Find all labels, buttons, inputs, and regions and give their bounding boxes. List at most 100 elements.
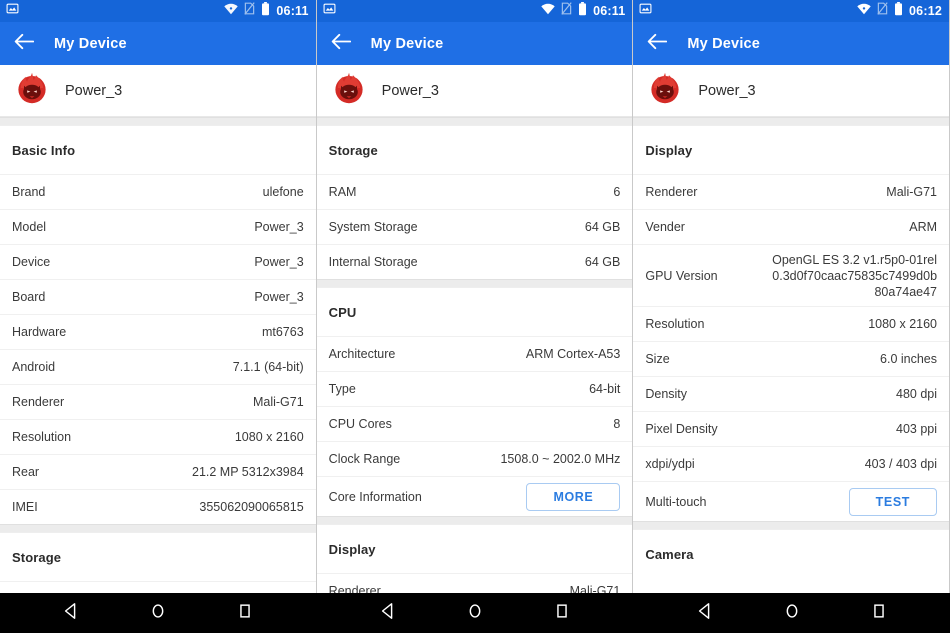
table-row[interactable]: Device Power_3 [0, 244, 316, 279]
section-title-storage: Storage [328, 143, 378, 158]
row-key: Resolution [645, 317, 705, 331]
row-key: Renderer [12, 395, 65, 409]
row-key: Resolution [12, 430, 72, 444]
row-key: IMEI [12, 500, 38, 514]
row-value: Power_3 [254, 290, 304, 304]
sim-off-icon [561, 2, 572, 20]
app-bar: My Device [633, 22, 950, 65]
device-header[interactable]: Power_3 [0, 65, 316, 117]
row-key: Vender [645, 220, 685, 234]
table-row[interactable]: Clock Range 1508.0 ~ 2002.0 MHz [316, 441, 633, 476]
table-row[interactable]: Type 64-bit [316, 371, 633, 406]
recents-square-icon[interactable] [870, 602, 888, 625]
table-row[interactable]: Resolution 1080 x 2160 [0, 419, 316, 454]
back-arrow-icon[interactable] [647, 33, 668, 55]
row-value: Mali-G71 [569, 584, 621, 593]
table-row[interactable]: Brand ulefone [0, 174, 316, 209]
section-title-basic-info: Basic Info [12, 143, 76, 158]
status-bar-left-icons [639, 2, 652, 20]
row-value: 6 [613, 185, 621, 199]
row-value: Power_3 [254, 255, 304, 269]
table-row[interactable]: xdpi/ydpi 403 / 403 dpi [633, 446, 950, 481]
table-row[interactable]: Board Power_3 [0, 279, 316, 314]
status-bar-clock: 06:11 [593, 3, 626, 18]
core-information-more-button[interactable]: MORE [526, 482, 621, 511]
screenshot-image-icon [323, 2, 336, 20]
table-row[interactable]: CPU Cores 8 [316, 406, 633, 441]
row-value: Mali-G71 [252, 395, 304, 409]
home-circle-icon[interactable] [466, 602, 484, 625]
row-key: Internal Storage [328, 255, 418, 269]
section-gap [316, 279, 633, 288]
row-key: Clock Range [328, 452, 401, 466]
row-value: 355062090065815 [199, 500, 304, 514]
app-bar-title: My Device [687, 35, 761, 52]
section-gap [316, 516, 633, 525]
multi-touch-test-button[interactable]: TEST [848, 487, 938, 516]
device-info-panel-2: 06:11 My Device Power_3 Storage RAM 6 Sy… [316, 0, 634, 593]
table-row[interactable]: Android 7.1.1 (64-bit) [0, 349, 316, 384]
back-triangle-icon[interactable] [62, 602, 80, 625]
android-navigation-bar [0, 593, 950, 633]
back-arrow-icon[interactable] [14, 33, 35, 55]
home-circle-icon[interactable] [149, 602, 167, 625]
back-triangle-icon[interactable] [379, 602, 397, 625]
table-row[interactable]: Resolution 1080 x 2160 [633, 306, 950, 341]
nav-group-1 [0, 593, 317, 633]
row-value: 403 / 403 dpi [864, 457, 938, 471]
device-header[interactable]: Power_3 [316, 65, 633, 117]
row-key: Architecture [328, 347, 396, 361]
status-bar: 06:11 [0, 0, 316, 22]
section-title-display: Display [328, 542, 376, 557]
recents-square-icon[interactable] [236, 602, 254, 625]
row-value: 21.2 MP 5312x3984 [192, 465, 304, 479]
table-row[interactable]: Architecture ARM Cortex-A53 [316, 336, 633, 371]
row-value: ulefone [262, 185, 304, 199]
table-row[interactable]: Renderer Mali-G71 [633, 174, 950, 209]
table-row[interactable]: Vender ARM [633, 209, 950, 244]
section-gap [0, 524, 316, 533]
device-header[interactable]: Power_3 [633, 65, 950, 117]
back-triangle-icon[interactable] [696, 602, 714, 625]
wifi-icon [224, 2, 239, 20]
table-row[interactable]: RAM6 [316, 174, 633, 209]
table-row[interactable]: Renderer Mali-G71 [316, 573, 633, 593]
sim-off-icon [244, 2, 256, 20]
table-row-core-information[interactable]: Core Information MORE [316, 476, 633, 516]
status-bar: 06:12 [633, 0, 950, 22]
status-bar-right-icons: 06:12 [857, 1, 942, 21]
table-row[interactable]: IMEI 355062090065815 [0, 489, 316, 524]
row-key: Model [12, 220, 47, 234]
table-row[interactable]: Density 480 dpi [633, 376, 950, 411]
section-gap [633, 117, 950, 126]
row-value: Mali-G71 [886, 185, 938, 199]
battery-icon [894, 1, 903, 21]
table-row-multi-touch[interactable]: Multi-touch TEST [633, 481, 950, 521]
table-row[interactable]: Internal Storage 64 GB [316, 244, 633, 279]
home-circle-icon[interactable] [783, 602, 801, 625]
table-row[interactable]: Size 6.0 inches [633, 341, 950, 376]
row-value: ARM [909, 220, 938, 234]
recents-square-icon[interactable] [553, 602, 571, 625]
table-row[interactable]: RAM6 [0, 581, 316, 593]
row-value: 1080 x 2160 [234, 430, 304, 444]
row-value: 64-bit [589, 382, 621, 396]
device-info-panel-3: 06:12 My Device Power_3 Display Renderer… [633, 0, 950, 593]
row-value: 8 [613, 417, 621, 431]
table-row-gpu-version[interactable]: GPU Version OpenGL ES 3.2 v1.r5p0-01rel0.… [633, 244, 950, 306]
table-row[interactable]: Hardware mt6763 [0, 314, 316, 349]
panel-2-content: Storage RAM 6 System Storage 64 GB Interna… [316, 117, 633, 593]
row-key: xdpi/ydpi [645, 457, 695, 471]
table-row[interactable]: Renderer Mali-G71 [0, 384, 316, 419]
panel-1-content: Basic Info Brand ulefone Model Power_3 Dev… [0, 117, 316, 593]
device-name-label: Power_3 [698, 82, 756, 99]
table-row[interactable]: Pixel Density 403 ppi [633, 411, 950, 446]
device-name-label: Power_3 [65, 82, 123, 99]
table-row[interactable]: System Storage 64 GB [316, 209, 633, 244]
row-key: System Storage [328, 220, 418, 234]
wifi-icon [857, 2, 871, 20]
nav-group-2 [317, 593, 634, 633]
table-row[interactable]: Model Power_3 [0, 209, 316, 244]
back-arrow-icon[interactable] [331, 33, 351, 55]
table-row[interactable]: Rear 21.2 MP 5312x3984 [0, 454, 316, 489]
